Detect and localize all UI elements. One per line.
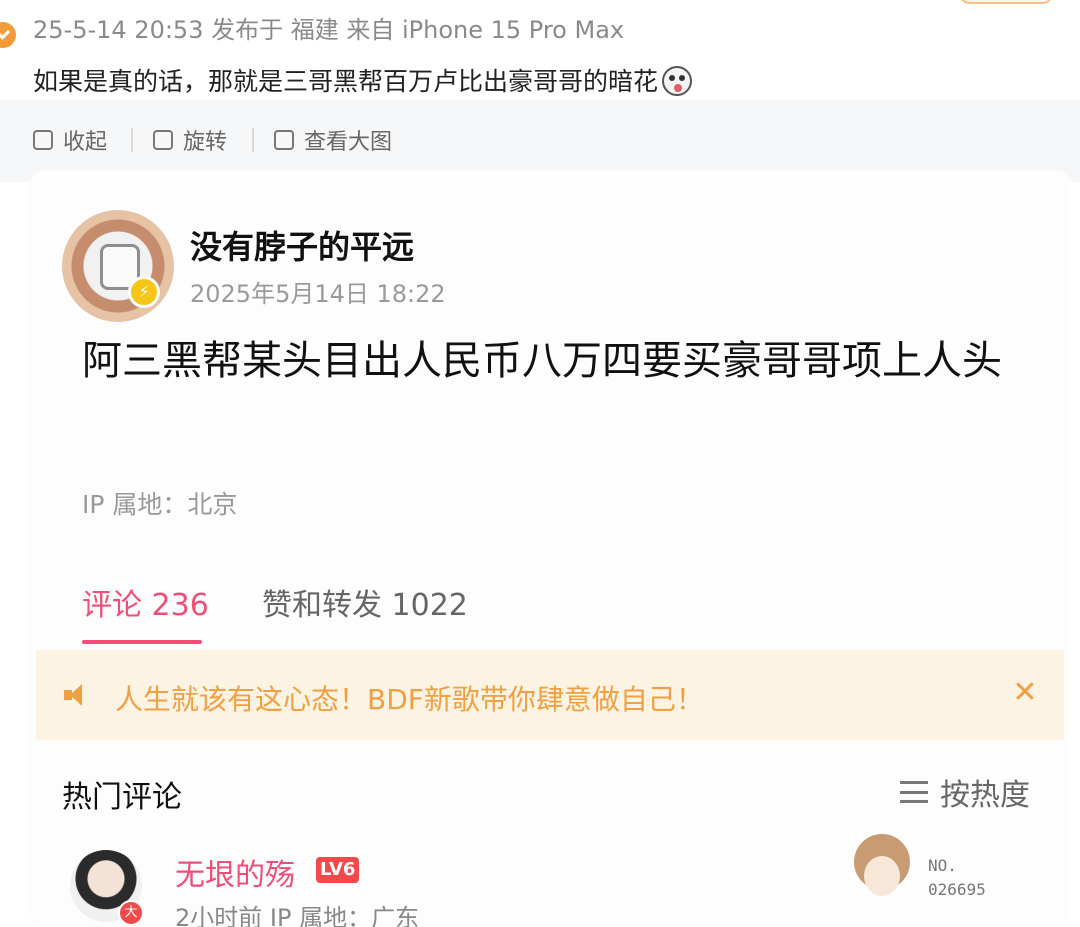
- toolbar-divider: [131, 128, 133, 152]
- ip-location: IP 属地：北京: [82, 490, 238, 519]
- view-large-image-label: 查看大图: [304, 130, 393, 155]
- check-badge-icon: [0, 22, 16, 48]
- emoji-face-icon: [662, 66, 693, 96]
- post-text: 如果是真的话，那就是三哥黑帮百万卢比出豪哥哥的暗花: [33, 62, 693, 98]
- toolbar-divider: [252, 128, 254, 152]
- speaker-icon: [64, 684, 88, 706]
- hot-comments-title: 热门评论: [62, 780, 182, 815]
- rotate-button[interactable]: 旋转: [153, 124, 227, 156]
- follow-chip[interactable]: [958, 0, 1054, 4]
- view-large-image-button[interactable]: 查看大图: [274, 124, 392, 156]
- close-icon[interactable]: ✕: [1010, 678, 1040, 708]
- embedded-post-body: 阿三黑帮某头目出人民币八万四要买豪哥哥项上人头: [82, 338, 1002, 384]
- commenter-name[interactable]: 无垠的殇: [175, 850, 295, 894]
- rotate-label: 旋转: [183, 130, 228, 155]
- fan-number-label: NO.: [928, 856, 957, 875]
- post-meta: 25-5-14 20:53 发布于 福建 来自 iPhone 15 Pro Ma…: [33, 16, 625, 44]
- tab-likes-reposts[interactable]: 赞和转发 1022: [262, 580, 468, 624]
- collapse-label: 收起: [63, 130, 108, 155]
- comment-meta: 2小时前 IP 属地：广东: [175, 904, 420, 927]
- view-image-icon: [274, 130, 294, 150]
- tab-comments[interactable]: 评论 236: [82, 580, 209, 624]
- sort-label: 按热度: [940, 778, 1030, 813]
- fan-number-value: 026695: [928, 880, 986, 899]
- collapse-icon: [33, 130, 53, 150]
- post-text-content: 如果是真的话，那就是三哥黑帮百万卢比出豪哥哥的暗花: [33, 67, 659, 96]
- author-avatar[interactable]: [62, 210, 174, 322]
- notice-text[interactable]: 人生就该有这心态！BDF新歌带你肆意做自己！: [115, 678, 704, 718]
- level-badge: LV6: [316, 857, 360, 883]
- embedded-screenshot[interactable]: [30, 170, 1070, 927]
- collapse-button[interactable]: 收起: [33, 124, 107, 156]
- sort-icon: [900, 781, 928, 803]
- post-time: 2025年5月14日 18:22: [190, 280, 446, 308]
- sort-toggle[interactable]: 按热度: [900, 772, 1030, 813]
- rotate-icon: [153, 130, 173, 150]
- fan-card-avatar: [848, 828, 916, 908]
- author-name[interactable]: 没有脖子的平远: [190, 222, 414, 268]
- verified-icon: ⚡: [128, 276, 160, 308]
- commenter-badge-icon: 大: [118, 900, 144, 926]
- post-meta-row: 25-5-14 20:53 发布于 福建 来自 iPhone 15 Pro Ma…: [0, 0, 1080, 50]
- active-tab-indicator: [82, 640, 202, 644]
